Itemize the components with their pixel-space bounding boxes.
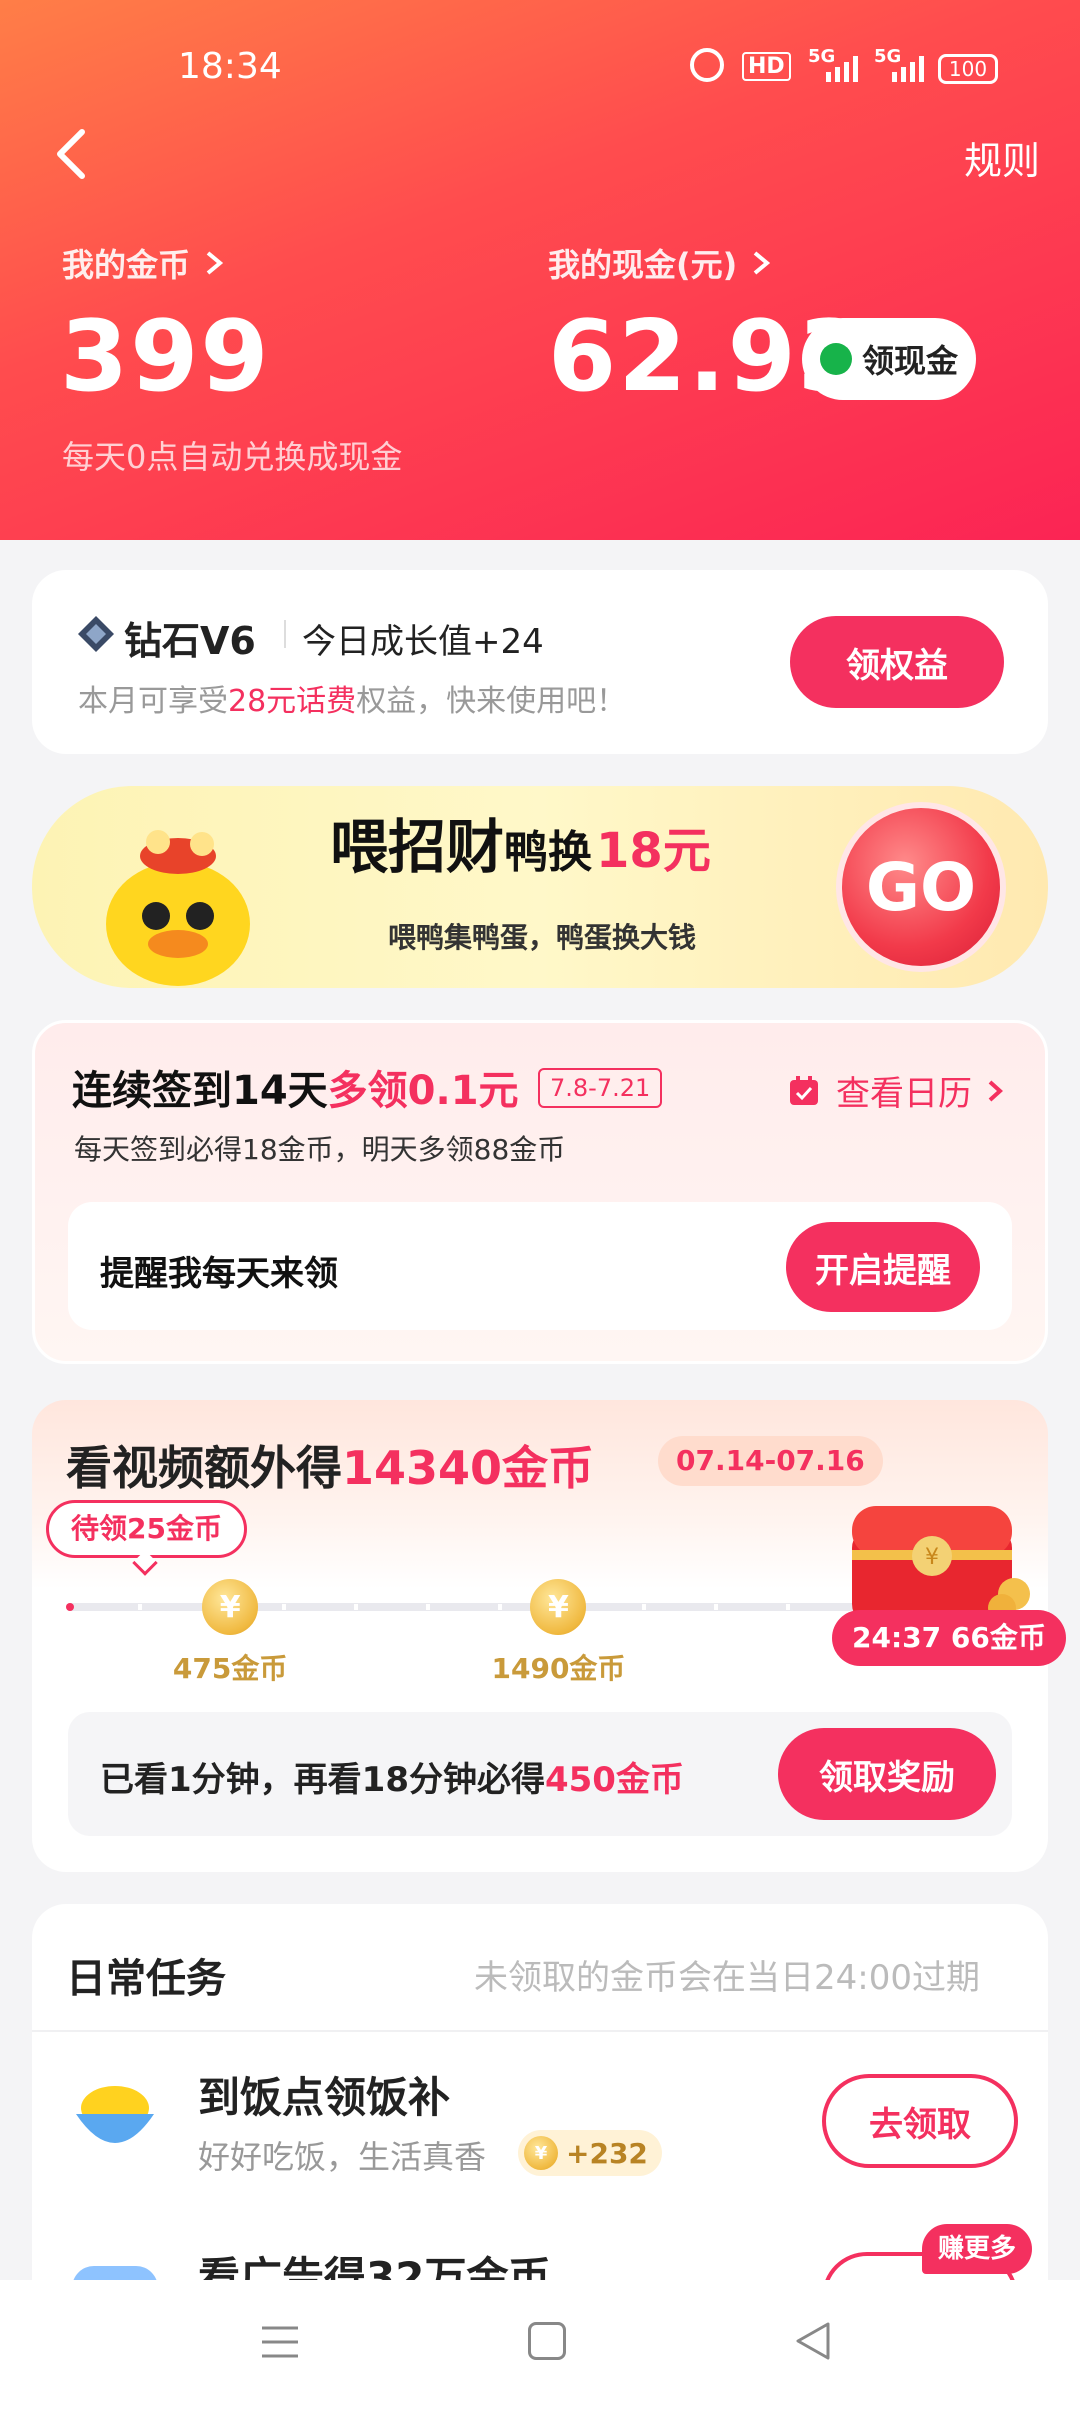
daily-tasks-note: 未领取的金币会在当日24:00过期 bbox=[474, 1958, 980, 1998]
task-reward: +232 bbox=[566, 2136, 648, 2170]
diamond-badge-icon bbox=[76, 614, 116, 654]
my-coins-label: 我的金币 bbox=[62, 246, 191, 284]
watch-highlight: 450金币 bbox=[544, 1760, 684, 1800]
banner-title-amount: 18元 bbox=[596, 823, 711, 879]
video-progress-fill bbox=[66, 1603, 74, 1611]
divider bbox=[32, 2030, 1048, 2032]
vip-level: 钻石V6 bbox=[124, 619, 256, 663]
claim-cash-button[interactable]: 领现金 bbox=[802, 318, 976, 400]
coins-note: 每天0点自动兑换成现金 bbox=[62, 438, 403, 476]
vip-growth: 今日成长值+24 bbox=[302, 622, 544, 662]
battery-icon: 100 bbox=[938, 54, 998, 84]
go-claim-button[interactable]: 去领取 bbox=[822, 2074, 1018, 2168]
milestone-coin-icon: ¥ bbox=[202, 1579, 259, 1635]
vip-desc: 本月可享受28元话费权益，快来使用吧！ bbox=[78, 676, 626, 720]
signal-icon bbox=[826, 56, 860, 82]
task-title: 到饭点领饭补 bbox=[198, 2073, 451, 2122]
claim-reward-button[interactable]: 领取奖励 bbox=[778, 1728, 996, 1820]
video-title-prefix: 看视频额外得 bbox=[66, 1441, 342, 1495]
claim-cash-label: 领现金 bbox=[861, 342, 958, 380]
signin-title: 连续签到14天多领0.1元 bbox=[72, 1058, 519, 1116]
go-button[interactable]: GO bbox=[836, 802, 1006, 972]
view-calendar-link[interactable]: 查看日历 bbox=[788, 1066, 1008, 1115]
calendar-icon bbox=[790, 1075, 818, 1105]
rules-link[interactable]: 规则 bbox=[964, 130, 1040, 185]
signal-2-icon bbox=[892, 56, 926, 82]
milestone-label: 475金币 bbox=[172, 1652, 288, 1685]
banner-title-a: 喂招财 bbox=[330, 813, 505, 881]
banner-title-b: 鸭换 bbox=[504, 827, 593, 878]
earn-more-badge: 赚更多 bbox=[922, 2224, 1033, 2274]
milestone-label: 1490金币 bbox=[491, 1652, 626, 1685]
chevron-right-icon bbox=[206, 251, 224, 275]
video-progress-track bbox=[66, 1603, 930, 1611]
hd-icon: HD bbox=[742, 52, 791, 81]
home-icon[interactable] bbox=[528, 2322, 566, 2360]
alarm-icon bbox=[690, 48, 724, 82]
status-time: 18:34 bbox=[178, 46, 282, 87]
my-coins-link[interactable]: 我的金币 bbox=[62, 240, 228, 286]
remind-text: 提醒我每天来领 bbox=[100, 1254, 338, 1294]
my-cash-label: 我的现金(元) bbox=[548, 246, 738, 284]
video-title-highlight: 14340金币 bbox=[342, 1441, 595, 1495]
task-subtitle: 好好吃饭，生活真香 bbox=[198, 2138, 487, 2176]
rice-bowl-icon bbox=[72, 2080, 158, 2160]
enable-reminder-button[interactable]: 开启提醒 bbox=[786, 1222, 980, 1312]
view-calendar-label: 查看日历 bbox=[836, 1074, 972, 1114]
vip-desc-highlight: 28元话费 bbox=[228, 684, 357, 719]
coins-value: 399 bbox=[60, 300, 271, 414]
back-icon[interactable] bbox=[794, 2320, 834, 2362]
divider bbox=[284, 620, 286, 648]
vip-desc-prefix: 本月可享受 bbox=[78, 684, 228, 719]
chevron-right-icon bbox=[988, 1080, 1003, 1101]
chevron-right-icon bbox=[753, 251, 771, 275]
watch-prefix: 已看1分钟，再看18分钟必得 bbox=[100, 1760, 545, 1800]
banner-title: 喂招财 鸭换 18元 bbox=[330, 800, 711, 884]
wechat-check-icon bbox=[819, 343, 852, 375]
menu-icon[interactable] bbox=[260, 2322, 300, 2362]
video-title: 看视频额外得14340金币 bbox=[66, 1432, 594, 1498]
duck-mascot-icon bbox=[96, 820, 260, 986]
chevron-left-icon[interactable] bbox=[48, 126, 98, 182]
signin-title-highlight: 多领0.1元 bbox=[327, 1068, 519, 1114]
chest-timer-badge: 24:37 66金币 bbox=[832, 1610, 1066, 1666]
coin-icon: ¥ bbox=[524, 2136, 558, 2170]
svg-text:¥: ¥ bbox=[925, 1545, 939, 1570]
daily-tasks-title: 日常任务 bbox=[66, 1956, 226, 2002]
watch-progress-text: 已看1分钟，再看18分钟必得450金币 bbox=[100, 1752, 684, 1801]
signin-date-range: 7.8-7.21 bbox=[538, 1068, 663, 1108]
signin-title-prefix: 连续签到14天 bbox=[72, 1068, 328, 1114]
my-cash-link[interactable]: 我的现金(元) bbox=[548, 240, 775, 286]
signin-desc: 每天签到必得18金币，明天多领88金币 bbox=[74, 1133, 566, 1166]
pending-coins-tooltip: 待领25金币 bbox=[46, 1500, 247, 1558]
task-reward-badge: ¥ +232 bbox=[518, 2130, 662, 2176]
vip-desc-suffix: 权益，快来使用吧！ bbox=[356, 684, 627, 719]
claim-benefits-button[interactable]: 领权益 bbox=[790, 616, 1004, 708]
banner-subtitle: 喂鸭集鸭蛋，鸭蛋换大钱 bbox=[388, 921, 697, 954]
